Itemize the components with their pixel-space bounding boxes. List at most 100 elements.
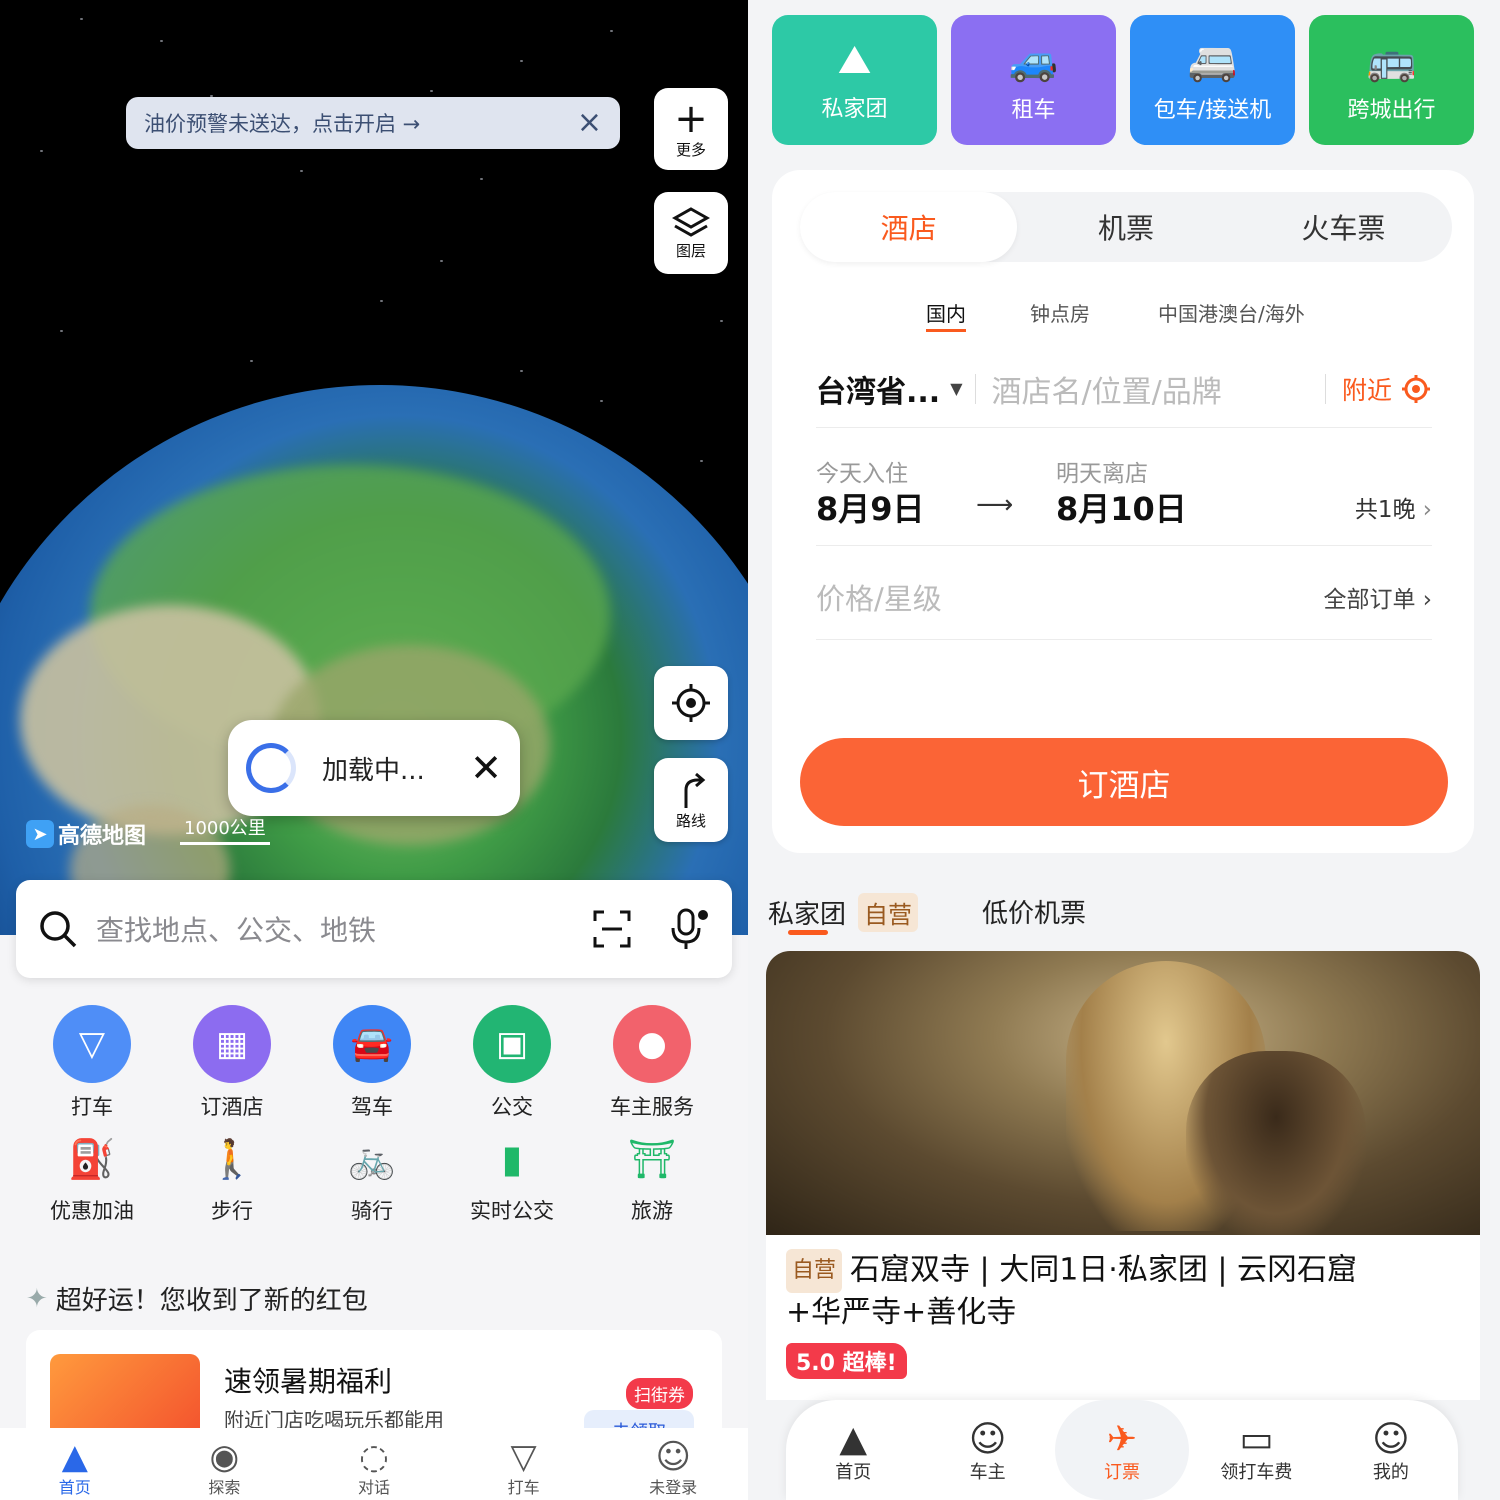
tile-charter-car[interactable]: 🚐 包车/接送机: [1130, 15, 1295, 145]
tab-0[interactable]: 酒店: [800, 192, 1018, 262]
nav-label: 首页: [835, 1462, 872, 1483]
book-hotel-button[interactable]: 订酒店: [800, 738, 1448, 826]
service-travel[interactable]: ⛩ 旅游: [582, 1135, 722, 1225]
nav-label: 我的: [1372, 1462, 1409, 1483]
right-screen: ⛰ 私家团 🚙 租车 🚐 包车/接送机 🚌 跨城出行 酒店 机票 火车票 国内 钟点房 中国港澳台/海…: [748, 0, 1500, 1500]
subtab-0[interactable]: 国内: [926, 298, 966, 332]
nav-driver[interactable]: ☺ 车主: [920, 1400, 1054, 1500]
mountain-icon: ⛰: [837, 37, 872, 83]
driver-icon: ●: [613, 1005, 691, 1083]
oil-price-alert-banner[interactable]: 油价预警未送达，点击开启 → ×: [126, 97, 620, 149]
microphone-icon[interactable]: [668, 907, 710, 951]
service-car[interactable]: 🚘 驾车: [302, 1005, 442, 1121]
star: [700, 460, 703, 462]
scan-icon[interactable]: [592, 909, 632, 949]
person-figure: [1186, 1051, 1366, 1235]
more-button[interactable]: + 更多: [654, 88, 728, 170]
city-selector[interactable]: 台湾省...: [816, 367, 940, 411]
destination-row: 台湾省... ▼ 酒店名/位置/品牌 附近: [816, 350, 1432, 428]
self-operated-tag: 自营: [786, 1249, 843, 1293]
date-row[interactable]: 今天入住 8月9日 ⟶ 明天离店 8月10日 共1晚 ›: [816, 440, 1432, 546]
star: [300, 170, 303, 172]
star: [250, 360, 253, 362]
star: [430, 90, 433, 92]
all-orders-link[interactable]: 全部订单 ›: [1323, 580, 1432, 614]
feature-info[interactable]: 自营 石窟双寺 | 大同1日·私家团 | 云冈石窟 +华严寺+善化寺 5.0 超棒…: [766, 1235, 1480, 1400]
subtab-1[interactable]: 钟点房: [1030, 298, 1090, 327]
service-label: 驾车: [351, 1095, 393, 1119]
section-tab-cheap-flights[interactable]: 低价机票: [982, 893, 1086, 930]
locate-button[interactable]: [654, 666, 728, 740]
star: [610, 30, 613, 32]
arrow-right-icon: ⟶: [976, 490, 1014, 520]
nav-ticket[interactable]: ✈ 订票: [1054, 1400, 1190, 1500]
nav-label: 首页: [58, 1478, 91, 1497]
tile-mountain[interactable]: ⛰ 私家团: [772, 15, 937, 145]
service-hotel[interactable]: ▦ 订酒店: [162, 1005, 302, 1121]
checkout-date[interactable]: 8月10日: [1056, 484, 1187, 530]
layers-button[interactable]: 图层: [654, 192, 728, 274]
coupon-nav-icon: ▭: [1239, 1419, 1274, 1460]
close-icon[interactable]: ×: [577, 108, 602, 138]
tab-1[interactable]: 机票: [1017, 192, 1234, 262]
nav-home[interactable]: ▲ 首页: [786, 1400, 920, 1500]
nav-coupon[interactable]: ▭ 领打车费: [1189, 1400, 1323, 1500]
nav-explore[interactable]: ◉ 探索: [150, 1428, 300, 1500]
service-walk[interactable]: 🚶 步行: [162, 1135, 302, 1225]
layers-label: 图层: [675, 241, 706, 260]
service-realtime-bus[interactable]: ▮ 实时公交: [442, 1135, 582, 1225]
bottom-nav: ▲ 首页 ☺ 车主 ✈ 订票 ▭ 领打车费 ☺ 我的: [786, 1400, 1458, 1500]
section-tab-private-tour[interactable]: 私家团 自营: [768, 893, 926, 932]
tab-2[interactable]: 火车票: [1235, 192, 1452, 262]
loading-toast: 加载中... ✕: [228, 720, 520, 816]
self-operated-badge: 自营: [858, 893, 919, 932]
service-bike[interactable]: 🚲 骑行: [302, 1135, 442, 1225]
hotel-search-input[interactable]: 酒店名/位置/品牌: [992, 367, 1325, 411]
service-gas[interactable]: ⛽ 优惠加油: [22, 1135, 162, 1225]
walk-icon: 🚶: [208, 1136, 256, 1181]
close-icon[interactable]: ✕: [470, 746, 502, 790]
travel-icon: ⛩: [627, 1136, 677, 1181]
search-input[interactable]: 查找地点、公交、地铁: [96, 909, 592, 949]
nav-chat[interactable]: ◌ 对话: [299, 1428, 449, 1500]
service-label: 优惠加油: [50, 1199, 134, 1223]
globe[interactable]: [0, 385, 748, 935]
service-bus[interactable]: ▣ 公交: [442, 1005, 582, 1121]
nav-profile[interactable]: ☺ 我的: [1324, 1400, 1458, 1500]
taxi-icon: ▽: [53, 1005, 131, 1083]
nav-taxi[interactable]: ▽ 打车: [449, 1428, 599, 1500]
star: [520, 370, 523, 372]
service-label: 旅游: [631, 1199, 673, 1223]
map-view[interactable]: 油价预警未送达，点击开启 → × + 更多 图层 路线 加载中... ✕ ➤ 高…: [0, 0, 748, 935]
driver-nav-icon: ☺: [968, 1419, 1007, 1460]
realtime-bus-icon: ▮: [501, 1137, 523, 1181]
search-bar[interactable]: 查找地点、公交、地铁: [16, 880, 732, 978]
tile-label: 包车/接送机: [1153, 97, 1272, 123]
service-taxi[interactable]: ▽ 打车: [22, 1005, 162, 1121]
subtab-2[interactable]: 中国港澳台/海外: [1158, 298, 1305, 327]
feature-image[interactable]: [766, 951, 1480, 1235]
service-driver[interactable]: ● 车主服务: [582, 1005, 722, 1121]
promo-heading-text: 超好运！您收到了新的红包: [55, 1286, 368, 1316]
layers-icon: [672, 206, 710, 237]
ticket-nav-icon: ✈: [1106, 1419, 1138, 1460]
star: [60, 330, 63, 332]
nav-home[interactable]: ▲ 首页: [0, 1428, 150, 1500]
route-label: 路线: [675, 811, 706, 830]
price-star-selector[interactable]: 价格/星级: [816, 576, 1323, 618]
booking-tabs: 酒店 机票 火车票: [800, 192, 1452, 262]
nav-label: 对话: [357, 1478, 390, 1497]
route-icon: [684, 772, 706, 808]
map-logo-text: 高德地图: [58, 824, 147, 849]
route-button[interactable]: 路线: [654, 758, 728, 842]
locate-icon: [672, 684, 710, 722]
intercity-bus-icon: 🚌: [1366, 37, 1417, 84]
tile-intercity-bus[interactable]: 🚌 跨城出行: [1309, 15, 1474, 145]
map-scale: 1000公里: [180, 814, 270, 845]
tile-rent-car[interactable]: 🚙 租车: [951, 15, 1116, 145]
chevron-right-icon: ›: [1422, 497, 1432, 523]
nearby-button[interactable]: 附近: [1342, 371, 1392, 407]
nav-user[interactable]: ☺ 未登录: [598, 1428, 748, 1500]
checkin-date[interactable]: 8月9日: [816, 484, 925, 530]
promo-card-title: 速领暑期福利: [224, 1365, 393, 1398]
